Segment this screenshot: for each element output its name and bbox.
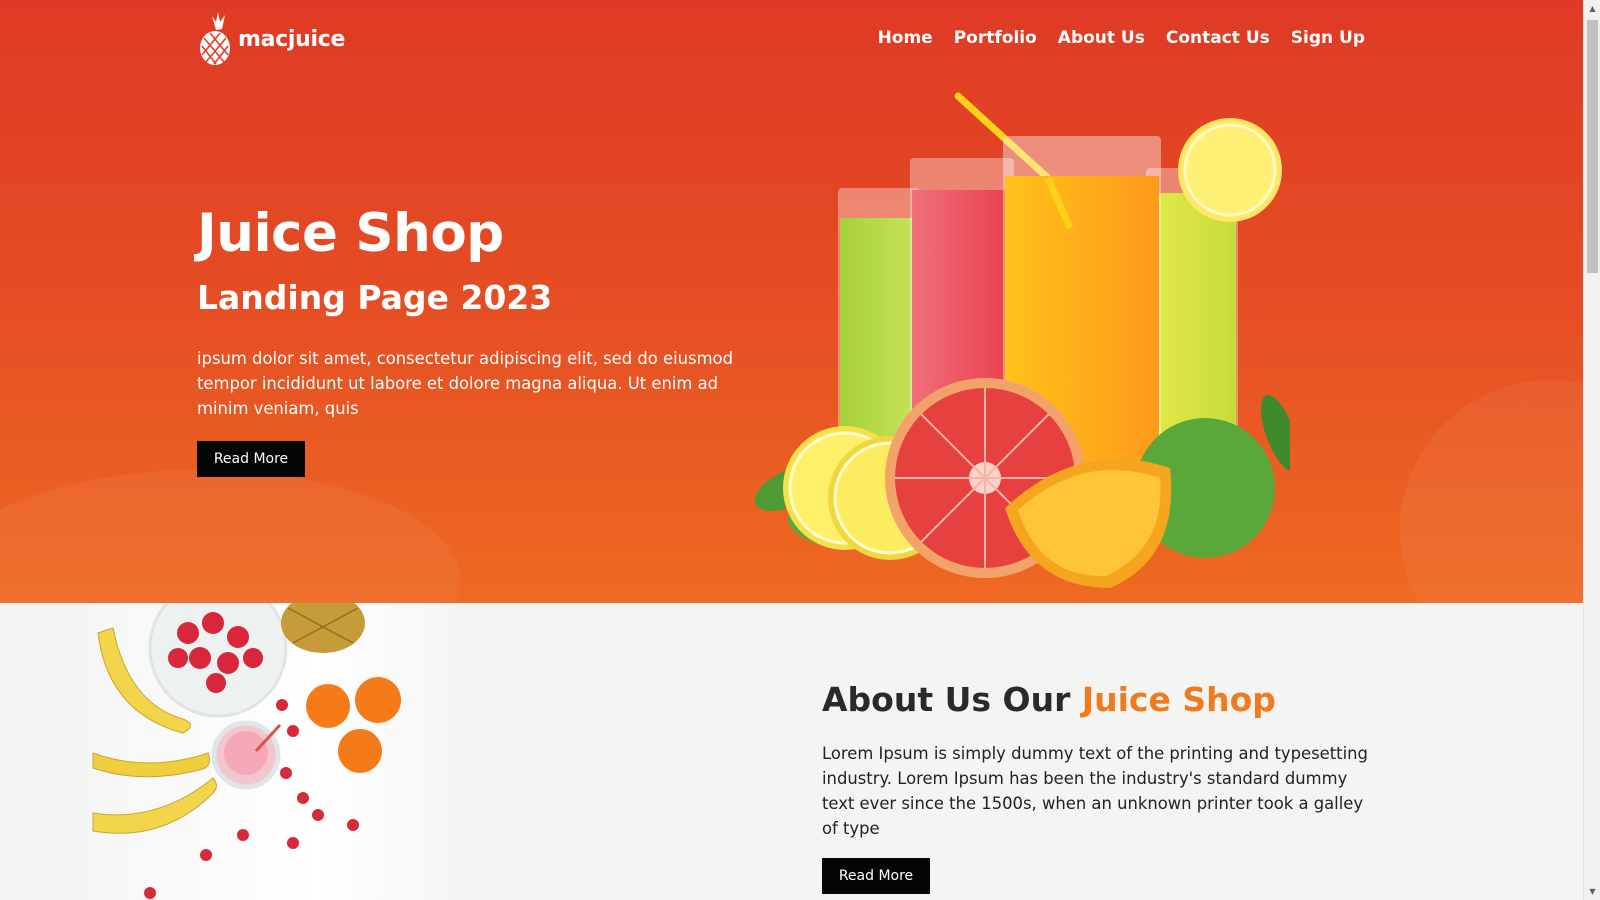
navbar: macjuice Home Portfolio About Us Contact… [198, 8, 1365, 70]
hero-section: macjuice Home Portfolio About Us Contact… [0, 0, 1583, 603]
nav-sign-up[interactable]: Sign Up [1291, 28, 1365, 48]
juice-glasses-image [754, 92, 1290, 588]
pineapple-icon [200, 12, 230, 65]
about-read-more-button[interactable]: Read More [822, 858, 930, 894]
about-title: About Us Our Juice Shop [822, 680, 1276, 719]
hero-read-more-button[interactable]: Read More [197, 441, 305, 477]
scroll-thumb[interactable] [1587, 20, 1598, 273]
nav-home[interactable]: Home [878, 28, 933, 48]
about-title-accent: Juice Shop [1081, 680, 1276, 719]
nav-about-us[interactable]: About Us [1058, 28, 1145, 48]
scroll-up-icon[interactable]: ▲ [1584, 0, 1600, 17]
scroll-down-icon[interactable]: ▼ [1584, 883, 1600, 900]
hero-description: ipsum dolor sit amet, consectetur adipis… [197, 349, 733, 418]
nav-contact-us[interactable]: Contact Us [1166, 28, 1270, 48]
hero-background-shape [1400, 380, 1583, 603]
nav-portfolio[interactable]: Portfolio [954, 28, 1037, 48]
hero-title: Juice Shop [197, 203, 504, 264]
brand-name: macjuice [238, 26, 346, 52]
hero-background-shape [0, 470, 460, 603]
fruit-illustration [92, 603, 401, 899]
main-nav: Home Portfolio About Us Contact Us Sign … [878, 28, 1365, 48]
hero-subtitle: Landing Page 2023 [197, 278, 553, 317]
page-scrollbar[interactable]: ▲ ▼ [1583, 0, 1600, 900]
about-title-main: About Us Our [822, 680, 1082, 719]
about-description: Lorem Ipsum is simply dummy text of the … [822, 744, 1368, 838]
fruit-table-image [88, 603, 468, 900]
logo[interactable]: macjuice [198, 8, 345, 70]
